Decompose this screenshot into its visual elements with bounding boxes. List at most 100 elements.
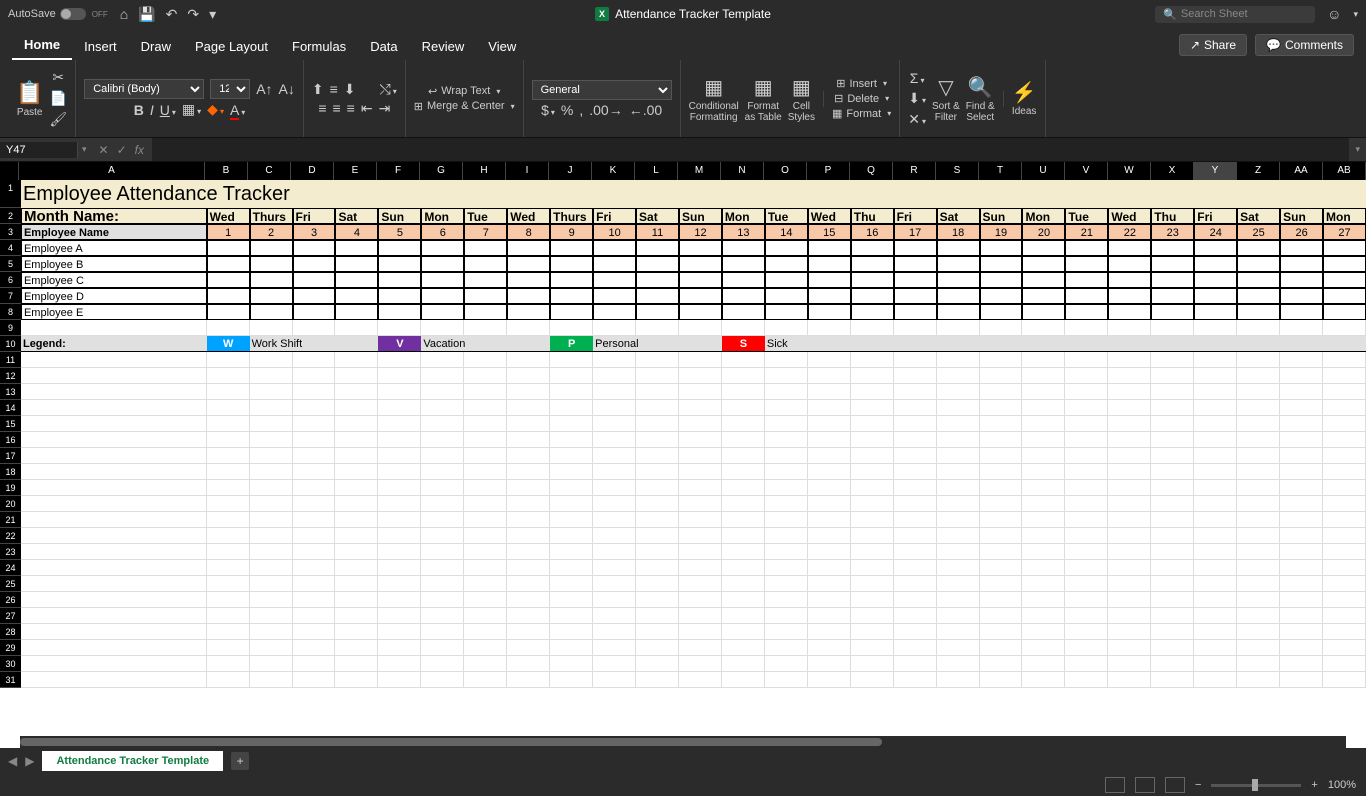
cell[interactable]	[378, 416, 421, 432]
cell[interactable]	[722, 656, 765, 672]
cell[interactable]	[1323, 384, 1366, 400]
cell[interactable]	[1022, 512, 1065, 528]
cell[interactable]	[808, 416, 851, 432]
cell[interactable]	[980, 400, 1023, 416]
cell[interactable]	[21, 544, 207, 560]
cell[interactable]	[335, 320, 378, 336]
cell[interactable]	[765, 432, 808, 448]
cell[interactable]	[507, 464, 550, 480]
cell[interactable]	[21, 480, 207, 496]
cell[interactable]	[1108, 368, 1151, 384]
cell[interactable]	[636, 592, 679, 608]
align-top-icon[interactable]: ⬆	[312, 81, 324, 98]
row-header[interactable]: 1	[0, 180, 21, 208]
column-header[interactable]: Y	[1194, 162, 1237, 180]
row-header[interactable]: 25	[0, 576, 21, 592]
cell[interactable]	[1237, 480, 1280, 496]
cell[interactable]	[1194, 336, 1237, 352]
cell[interactable]	[1237, 560, 1280, 576]
cell[interactable]	[636, 480, 679, 496]
cell[interactable]	[636, 288, 679, 304]
cell[interactable]: 1	[207, 224, 250, 240]
zoom-slider[interactable]	[1211, 784, 1301, 787]
cell[interactable]	[1108, 672, 1151, 688]
cell[interactable]	[335, 480, 378, 496]
zoom-level[interactable]: 100%	[1328, 779, 1356, 791]
cell[interactable]	[293, 288, 336, 304]
cell[interactable]	[1280, 448, 1323, 464]
cell[interactable]	[980, 560, 1023, 576]
cell[interactable]	[1065, 304, 1108, 320]
cell[interactable]: Tue	[464, 208, 507, 224]
cell[interactable]	[765, 512, 808, 528]
currency-icon[interactable]: $▾	[541, 102, 555, 118]
cell[interactable]	[1237, 320, 1280, 336]
cell[interactable]: Legend:	[21, 336, 207, 352]
cell[interactable]	[335, 384, 378, 400]
cell[interactable]	[507, 272, 550, 288]
cell[interactable]	[507, 512, 550, 528]
cell[interactable]	[851, 240, 894, 256]
cell[interactable]	[207, 528, 250, 544]
cell[interactable]	[722, 288, 765, 304]
cell[interactable]: Mon	[722, 208, 765, 224]
cell[interactable]	[679, 400, 722, 416]
cell[interactable]	[937, 512, 980, 528]
cell[interactable]	[636, 640, 679, 656]
cell[interactable]	[335, 528, 378, 544]
cell[interactable]	[378, 496, 421, 512]
cell[interactable]: Employee B	[21, 256, 207, 272]
cell[interactable]	[808, 512, 851, 528]
cell[interactable]	[679, 624, 722, 640]
fx-icon[interactable]: fx	[135, 143, 144, 157]
font-size-select[interactable]: 12	[210, 79, 250, 99]
cell[interactable]	[636, 416, 679, 432]
cell[interactable]	[250, 432, 293, 448]
cell[interactable]	[980, 272, 1023, 288]
cell[interactable]	[1237, 448, 1280, 464]
cell[interactable]	[679, 320, 722, 336]
cell[interactable]	[765, 576, 808, 592]
cell[interactable]	[293, 432, 336, 448]
cell[interactable]: Mon	[1022, 208, 1065, 224]
cell[interactable]	[894, 304, 937, 320]
border-icon[interactable]: ▦▾	[182, 101, 201, 118]
cell[interactable]	[808, 528, 851, 544]
cell[interactable]	[1065, 400, 1108, 416]
cell[interactable]	[894, 432, 937, 448]
column-header[interactable]: E	[334, 162, 377, 180]
cell[interactable]	[507, 656, 550, 672]
cell[interactable]	[1194, 256, 1237, 272]
cell[interactable]	[378, 320, 421, 336]
cell[interactable]	[1065, 592, 1108, 608]
cell[interactable]	[1323, 304, 1366, 320]
cell[interactable]	[293, 448, 336, 464]
cell[interactable]	[894, 544, 937, 560]
cell[interactable]	[1323, 480, 1366, 496]
cell[interactable]	[980, 608, 1023, 624]
cell[interactable]	[937, 352, 980, 368]
cell[interactable]	[335, 560, 378, 576]
cell[interactable]	[464, 416, 507, 432]
cell[interactable]	[1151, 672, 1194, 688]
cell[interactable]	[593, 464, 636, 480]
cell[interactable]	[550, 656, 593, 672]
cell[interactable]	[421, 416, 464, 432]
cell[interactable]	[937, 544, 980, 560]
cell[interactable]	[765, 384, 808, 400]
cell[interactable]	[1280, 368, 1323, 384]
redo-icon[interactable]: ↷	[187, 6, 199, 23]
cell[interactable]	[980, 320, 1023, 336]
cell[interactable]	[765, 320, 808, 336]
column-header[interactable]: K	[592, 162, 635, 180]
cell[interactable]	[1280, 240, 1323, 256]
cell[interactable]	[507, 576, 550, 592]
cell[interactable]	[421, 544, 464, 560]
cell[interactable]	[293, 528, 336, 544]
cell[interactable]	[464, 464, 507, 480]
cell[interactable]	[507, 592, 550, 608]
cell[interactable]	[636, 448, 679, 464]
cell[interactable]	[894, 288, 937, 304]
cell[interactable]	[1022, 640, 1065, 656]
cell[interactable]	[207, 512, 250, 528]
